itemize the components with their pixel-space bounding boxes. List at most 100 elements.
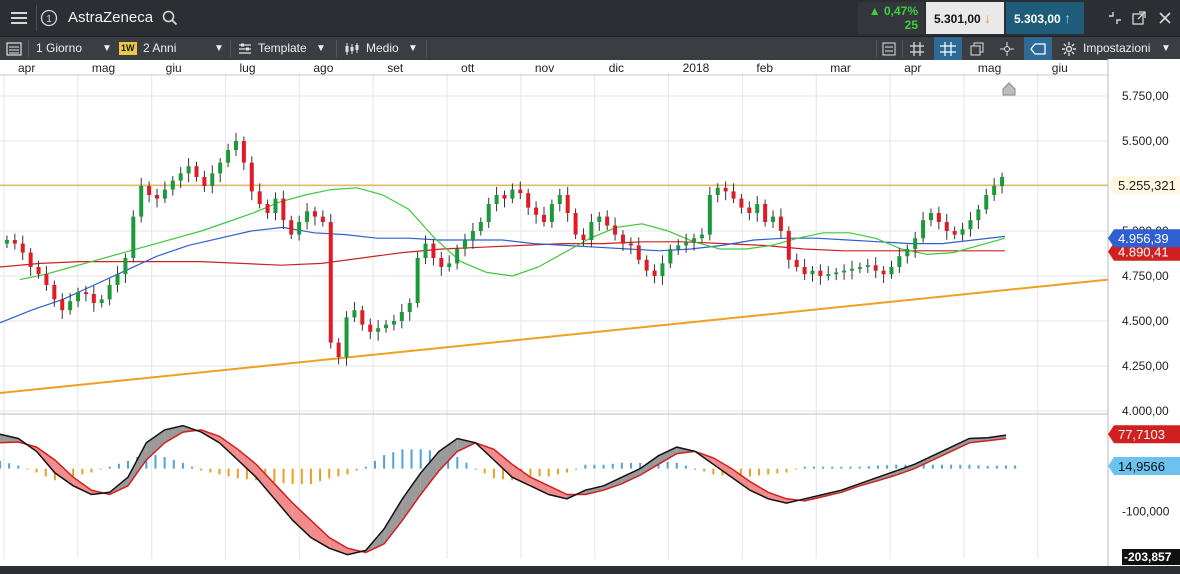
interval-dropdown[interactable]: 1 Giorno <box>36 37 82 60</box>
candle-body <box>889 267 894 275</box>
month-label: ago <box>313 61 333 75</box>
info-icon[interactable]: 1 <box>34 0 64 36</box>
histogram-bar <box>602 464 605 469</box>
candle-body <box>273 198 278 213</box>
candle-body <box>778 216 783 231</box>
histogram-bar <box>529 468 532 477</box>
month-label: ott <box>461 61 475 75</box>
candle-body <box>123 258 128 275</box>
close-icon[interactable] <box>1150 0 1180 36</box>
candle-body <box>699 234 704 239</box>
layers-icon[interactable] <box>970 37 984 60</box>
histogram-bar <box>986 465 989 469</box>
candle-body <box>715 187 720 195</box>
month-axis: apr mag giu lug ago set ott nov dic 2018 feb mar apr… <box>18 61 1068 75</box>
trendline-segment <box>0 278 1109 394</box>
divider <box>876 40 877 57</box>
candle-body <box>928 213 933 221</box>
template-icon[interactable] <box>238 37 252 60</box>
settings-label: Impostazioni <box>1083 41 1151 55</box>
oscillator-tick-label: -100,000 <box>1122 505 1170 519</box>
crosshair-grid-icon[interactable] <box>934 37 962 60</box>
candle-body <box>1000 177 1005 186</box>
chevron-down-icon[interactable]: ▼ <box>102 37 112 60</box>
histogram-value-tag: 14,9566 <box>1108 457 1180 476</box>
chevron-down-icon[interactable]: ▼ <box>1161 37 1171 60</box>
list-icon[interactable] <box>6 37 22 60</box>
candle-body <box>921 220 926 239</box>
chart-type-dropdown[interactable]: Medio <box>366 37 399 60</box>
template-dropdown[interactable]: Template <box>258 37 307 60</box>
candle-body <box>423 243 428 258</box>
instrument-name[interactable]: AstraZeneca <box>68 0 153 36</box>
arrow-up-icon: ↑ <box>1064 10 1072 26</box>
candle-body <box>76 292 81 302</box>
candle-body <box>676 245 681 249</box>
bid-price: 5.301,00 <box>934 12 981 26</box>
price-chart[interactable]: apr mag giu lug ago set ott nov dic 2018 feb mar apr… <box>0 59 1180 566</box>
week-badge[interactable]: 1W <box>119 42 137 55</box>
gear-icon[interactable] <box>1062 37 1076 60</box>
candle-body <box>755 204 760 213</box>
month-label: nov <box>535 61 554 75</box>
svg-text:1: 1 <box>46 14 52 25</box>
crosshair-icon[interactable] <box>1000 37 1014 60</box>
candle-body <box>218 162 223 174</box>
candle-body <box>12 240 17 244</box>
menu-icon[interactable] <box>4 0 34 36</box>
histogram-bar <box>291 468 294 485</box>
candle-body <box>644 259 649 271</box>
period-marker-icon[interactable] <box>1002 82 1016 96</box>
histogram-bar <box>858 466 861 469</box>
histogram-bar <box>895 464 898 469</box>
candle-body <box>518 189 523 194</box>
histogram-bar <box>154 455 157 469</box>
grid-icon[interactable] <box>910 37 924 60</box>
chart-type-label: Medio <box>366 41 399 55</box>
histogram-bar <box>694 468 697 470</box>
candle-body <box>115 274 120 285</box>
chevron-down-icon[interactable]: ▼ <box>408 37 418 60</box>
month-label: giu <box>166 61 182 75</box>
oscillator-fill <box>54 460 74 486</box>
indicators-icon[interactable] <box>882 37 896 60</box>
candle-body <box>360 310 365 325</box>
histogram-bar <box>483 468 486 474</box>
oscillator-panel <box>0 424 1017 556</box>
candle-body <box>620 234 625 244</box>
chevron-down-icon[interactable]: ▼ <box>214 37 224 60</box>
chevron-down-icon[interactable]: ▼ <box>316 37 326 60</box>
histogram-bar <box>99 468 102 470</box>
search-icon[interactable] <box>155 0 185 36</box>
histogram-bar <box>309 468 312 485</box>
histogram-bar <box>566 468 569 473</box>
candle-body <box>99 299 104 303</box>
oscillator-fill <box>402 472 421 521</box>
ask-button[interactable]: 5.303,00 ↑ <box>1006 2 1084 34</box>
trendline[interactable] <box>0 278 1109 394</box>
candle-body <box>549 204 554 222</box>
candle-body <box>384 324 389 329</box>
candle-body <box>147 186 152 195</box>
month-label: lug <box>240 61 256 75</box>
oscillator-fill <box>384 498 403 544</box>
hline-price-tag-text: 5.255,321 <box>1118 178 1176 193</box>
candle-body <box>731 191 736 199</box>
histogram-bar <box>8 463 11 469</box>
oscillator-fill <box>292 503 311 538</box>
candle-body <box>233 141 238 150</box>
period-dropdown[interactable]: 2 Anni <box>143 37 176 60</box>
histogram-bar <box>328 468 331 479</box>
candles-icon[interactable] <box>344 37 360 60</box>
candle-body <box>628 243 633 246</box>
histogram-bar <box>108 466 111 469</box>
settings-dropdown[interactable]: Impostazioni <box>1083 37 1150 60</box>
histogram-bar <box>876 465 879 469</box>
histogram-bar <box>785 468 788 473</box>
bid-button[interactable]: 5.301,00 ↓ <box>926 2 1004 34</box>
candle-body <box>83 292 88 294</box>
histogram-bar <box>0 460 1 469</box>
candle-body <box>794 259 799 267</box>
candle-body <box>692 238 697 242</box>
price-label-icon[interactable] <box>1024 37 1052 60</box>
